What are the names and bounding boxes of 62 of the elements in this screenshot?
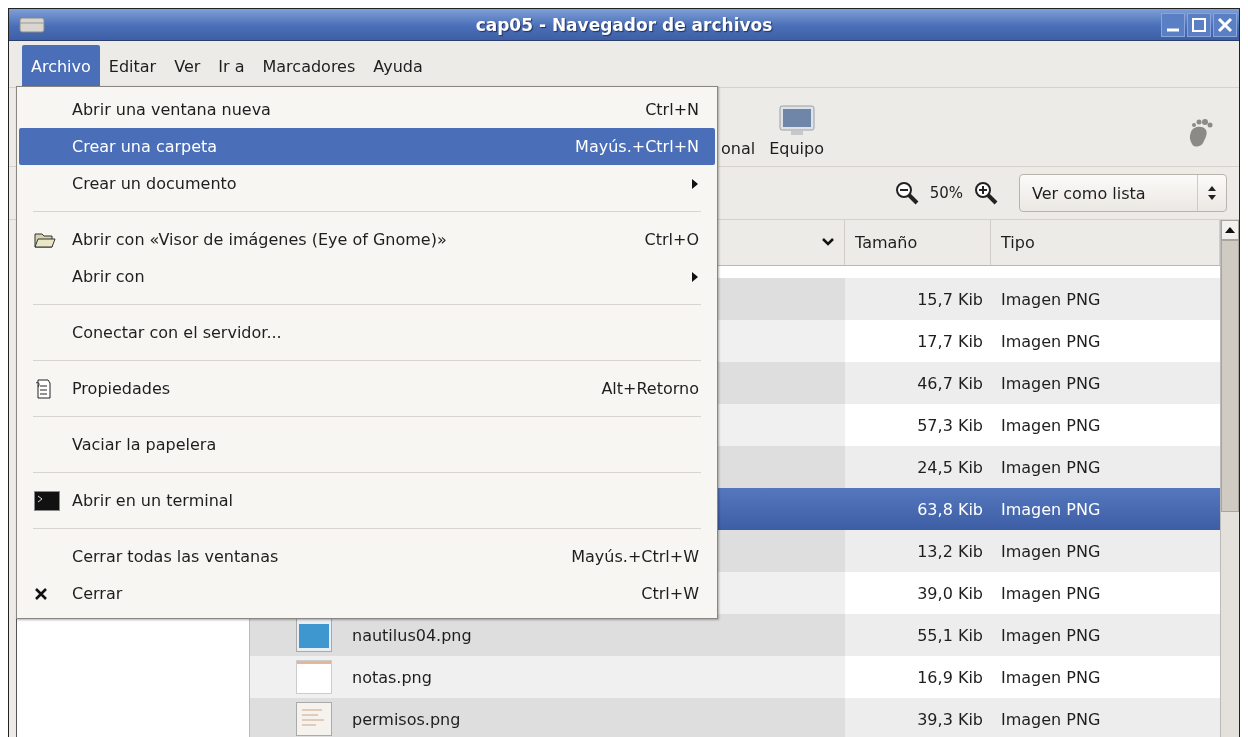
toolbar-button[interactable]: Equipo xyxy=(769,105,824,158)
menu-item[interactable]: Crear una carpeta Mayús.+Ctrl+N xyxy=(19,128,715,165)
menu-item[interactable]: Abrir con «Visor de imágenes (Eye of Gnome)» Ctrl+O xyxy=(19,221,715,258)
file-type: Imagen PNG xyxy=(1000,709,1102,729)
close-icon xyxy=(34,586,48,601)
file-size: 46,7 Kib xyxy=(916,373,984,393)
file-type: Imagen PNG xyxy=(1000,415,1102,435)
maximize-button[interactable] xyxy=(1187,13,1211,37)
menu-title[interactable]: Marcadores xyxy=(253,45,365,87)
submenu-arrow-icon xyxy=(691,270,699,283)
file-type: Imagen PNG xyxy=(1000,541,1102,561)
menu-item[interactable]: Abrir una ventana nueva Ctrl+N xyxy=(19,91,715,128)
file-type: Imagen PNG xyxy=(1000,625,1102,645)
menu-title[interactable]: Archivo xyxy=(22,45,100,87)
file-type: Imagen PNG xyxy=(1000,331,1102,351)
menu-title[interactable]: Ayuda xyxy=(364,45,432,87)
file-size: 63,8 Kib xyxy=(916,499,984,519)
file-row[interactable]: nautilus04.png 55,1 Kib Imagen PNG xyxy=(250,614,1220,656)
file-name: notas.png xyxy=(352,667,432,687)
file-size: 16,9 Kib xyxy=(916,667,984,687)
image-thumbnail xyxy=(296,702,332,736)
drawer-icon xyxy=(19,16,45,34)
document-icon xyxy=(34,377,54,400)
sort-chevron-icon xyxy=(822,238,834,247)
file-size: 39,3 Kib xyxy=(916,709,984,729)
file-type: Imagen PNG xyxy=(1000,583,1102,603)
file-size: 39,0 Kib xyxy=(916,583,984,603)
scroll-up-button[interactable] xyxy=(1221,220,1239,240)
submenu-arrow-icon xyxy=(691,177,699,190)
zoom-in-icon[interactable] xyxy=(973,180,999,206)
file-name: nautilus04.png xyxy=(352,625,472,645)
menu-title[interactable]: Ir a xyxy=(209,45,254,87)
file-size: 17,7 Kib xyxy=(916,331,984,351)
file-size: 15,7 Kib xyxy=(916,289,984,309)
file-size: 13,2 Kib xyxy=(916,541,984,561)
image-thumbnail xyxy=(296,618,332,652)
file-type: Imagen PNG xyxy=(1000,373,1102,393)
column-header[interactable]: Tamaño xyxy=(845,220,991,265)
zoom-level: 50% xyxy=(929,184,963,202)
terminal-icon xyxy=(34,490,60,511)
image-thumbnail xyxy=(296,660,332,694)
file-type: Imagen PNG xyxy=(1000,457,1102,477)
menu-title[interactable]: Ver xyxy=(165,45,210,87)
view-select[interactable]: Ver como lista xyxy=(1019,174,1227,212)
file-row[interactable]: permisos.png 39,3 Kib Imagen PNG xyxy=(250,698,1220,737)
file-type: Imagen PNG xyxy=(1000,289,1102,309)
menu-item[interactable]: Crear un documento xyxy=(19,165,715,202)
scrollbar[interactable] xyxy=(1220,220,1239,737)
file-size: 24,5 Kib xyxy=(916,457,984,477)
minimize-button[interactable] xyxy=(1161,13,1185,37)
monitor-icon xyxy=(778,105,815,137)
zoom-out-icon[interactable] xyxy=(893,180,920,206)
menu-title[interactable]: Editar xyxy=(99,45,166,87)
window-title: cap05 - Navegador de archivos xyxy=(475,14,773,35)
close-button[interactable] xyxy=(1213,13,1237,37)
folder-icon xyxy=(34,230,56,249)
toolbar-button[interactable]: onal xyxy=(721,105,756,158)
file-size: 57,3 Kib xyxy=(916,415,984,435)
file-size: 55,1 Kib xyxy=(916,625,984,645)
file-type: Imagen PNG xyxy=(1000,667,1102,687)
file-name: permisos.png xyxy=(352,709,461,729)
file-type: Imagen PNG xyxy=(1000,499,1102,519)
